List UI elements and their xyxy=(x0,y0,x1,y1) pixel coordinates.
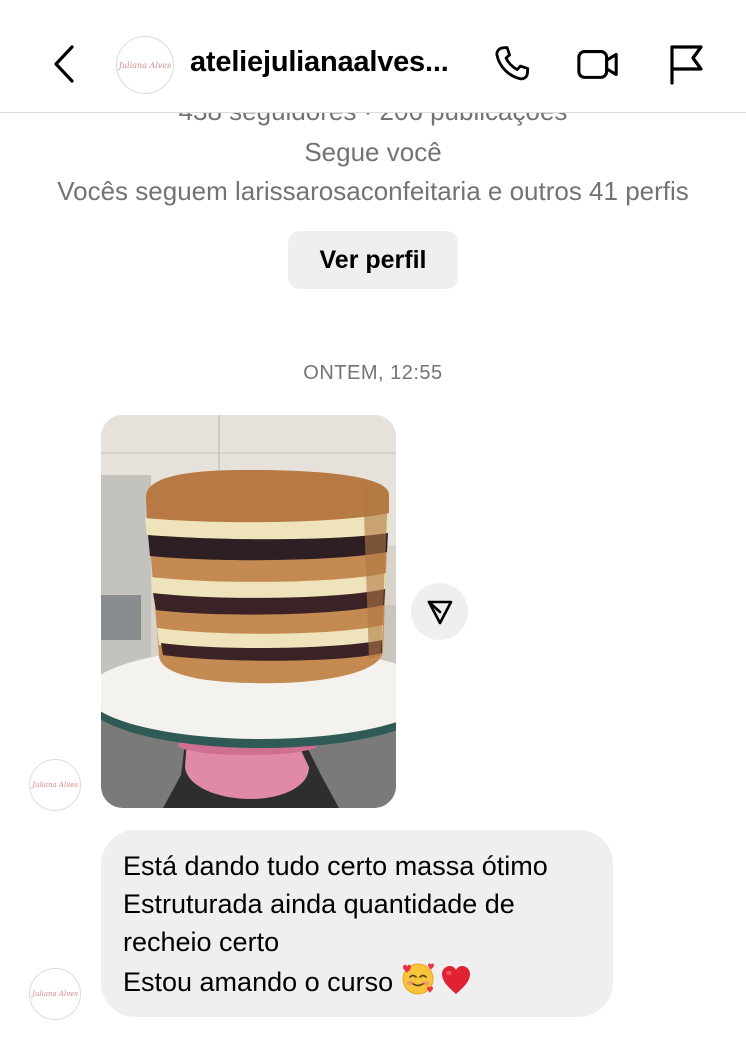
report-button[interactable] xyxy=(664,42,708,86)
sender-avatar[interactable]: Juliana Alves xyxy=(29,759,81,811)
video-call-button[interactable] xyxy=(576,42,620,86)
avatar-logo: Juliana Alves xyxy=(32,990,78,998)
contact-avatar[interactable]: Juliana Alves xyxy=(116,36,174,94)
paper-plane-icon xyxy=(427,600,452,624)
message-line: Está dando tudo certo massa ótimo xyxy=(123,851,548,881)
cake-photo xyxy=(101,415,396,808)
chat-header: Juliana Alves ateliejulianaalves... xyxy=(0,0,746,113)
share-photo-button[interactable] xyxy=(411,583,468,640)
message-line-last: Estou amando o curso xyxy=(123,961,595,1001)
sender-avatar[interactable]: Juliana Alves xyxy=(29,968,81,1020)
red-heart-icon xyxy=(442,966,471,994)
message-line-text: Estou amando o curso xyxy=(123,967,394,997)
message-line: recheio certo xyxy=(123,927,280,957)
video-camera-icon xyxy=(577,50,618,79)
avatar-logo: Juliana Alves xyxy=(32,781,78,789)
mutual-followers: Vocês seguem larissarosaconfeitaria e ou… xyxy=(57,176,689,206)
text-message-bubble[interactable]: Está dando tudo certo massa ótimo Estrut… xyxy=(101,830,613,1017)
flag-icon xyxy=(670,45,703,85)
chevron-left-icon xyxy=(54,45,74,83)
avatar-logo: Juliana Alves xyxy=(118,60,172,70)
message-line: Estruturada ainda quantidade de xyxy=(123,889,515,919)
message-timestamp: ONTEM, 12:55 xyxy=(303,362,443,384)
voice-call-button[interactable] xyxy=(490,42,534,86)
contact-username[interactable]: ateliejulianaalves... xyxy=(190,46,470,79)
back-button[interactable] xyxy=(44,40,84,88)
follows-you-label: Segue você xyxy=(304,137,442,167)
phone-icon xyxy=(495,46,530,81)
photo-message[interactable] xyxy=(101,415,396,808)
view-profile-button[interactable]: Ver perfil xyxy=(288,231,458,289)
smiling-face-with-hearts-icon xyxy=(402,963,435,995)
